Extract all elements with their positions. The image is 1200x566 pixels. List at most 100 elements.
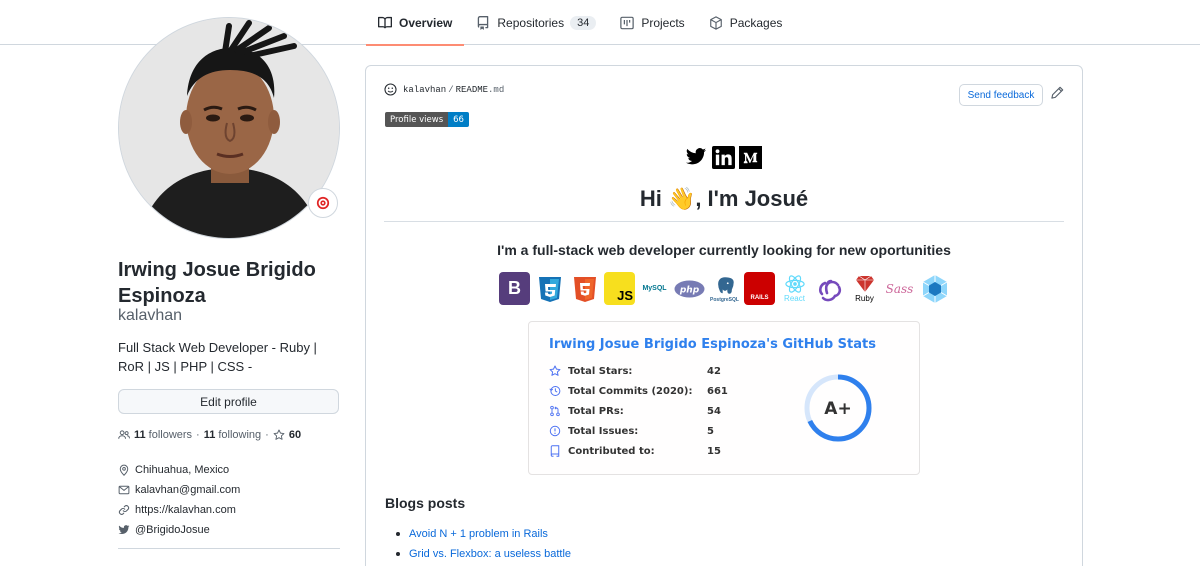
avatar[interactable] — [118, 17, 340, 239]
sidebar-divider — [118, 548, 340, 549]
profile-tabs: Overview Repositories 34 Projects Packag… — [366, 0, 795, 46]
star-icon — [549, 365, 561, 376]
stats-row-commits: Total Commits (2020): 661 — [549, 385, 728, 397]
bootstrap-icon: B — [499, 272, 530, 305]
css3-icon — [534, 272, 565, 305]
ruby-label: Ruby — [855, 294, 874, 303]
followers-label: followers — [148, 429, 193, 441]
readme-file-ext: .md — [488, 84, 505, 95]
tab-projects-label: Projects — [641, 15, 685, 30]
smiley-icon — [384, 83, 397, 96]
link-icon — [118, 505, 130, 515]
project-icon — [620, 16, 635, 29]
badge-label: Profile views — [385, 112, 449, 127]
repo-count-badge: 34 — [570, 15, 597, 30]
package-icon — [709, 15, 722, 30]
stats-row-prs: Total PRs: 54 — [549, 405, 721, 417]
send-feedback-button[interactable]: Send feedback — [959, 84, 1043, 106]
tab-repositories[interactable]: Repositories 34 — [464, 0, 608, 45]
stats-label: Total Stars: — [568, 365, 633, 377]
profile-details: Chihuahua, Mexico kalavhan@gmail.com htt… — [118, 460, 240, 540]
ruby-icon: Ruby — [849, 272, 880, 305]
mail-icon — [118, 485, 130, 495]
stats-label: Total Issues: — [568, 425, 639, 437]
repo-icon — [478, 15, 489, 30]
profile-views-badge: Profile views 66 — [385, 112, 469, 127]
php-icon: php — [674, 272, 705, 305]
sass-icon: Sass — [885, 281, 914, 296]
following-label: following — [218, 429, 262, 441]
twitter-handle[interactable]: @BrigidoJosue — [135, 524, 210, 536]
star-icon — [273, 429, 285, 440]
stats-row-stars: Total Stars: 42 — [549, 365, 721, 377]
stats-value: 42 — [707, 365, 721, 377]
target-icon — [316, 196, 330, 210]
stats-row-contributed: Contributed to: 15 — [549, 445, 721, 457]
medium-icon[interactable] — [738, 145, 762, 169]
blog-post-link[interactable]: Avoid N + 1 problem in Rails — [409, 528, 548, 540]
javascript-icon: JS — [604, 272, 635, 305]
profile-full-name: Irwing Josue Brigido Espinoza — [118, 259, 316, 307]
following-link[interactable]: 11 following — [204, 429, 261, 441]
tech-stack-icons: B JS MySQL php PostgreSQL RAILS React Ru… — [499, 272, 950, 305]
website-item[interactable]: https://kalavhan.com — [118, 500, 240, 520]
profile-bio: Full Stack Web Developer - Ruby | RoR | … — [118, 340, 317, 374]
book-icon — [378, 16, 392, 28]
tab-packages-label: Packages — [729, 15, 783, 30]
followers-count: 11 — [134, 429, 146, 441]
greeting-divider — [384, 221, 1064, 222]
grade-text: A+ — [824, 399, 851, 419]
blog-list: Avoid N + 1 problem in Rails Grid vs. Fl… — [396, 524, 571, 564]
mysql-icon: MySQL — [642, 285, 667, 292]
email-link[interactable]: kalavhan@gmail.com — [135, 484, 240, 496]
redux-icon — [814, 272, 845, 305]
path-separator: / — [448, 84, 454, 95]
follow-stats: 11 followers · 11 following · 60 — [118, 429, 304, 441]
readme-file-name[interactable]: README — [456, 85, 488, 95]
location-item: Chihuahua, Mexico — [118, 460, 240, 480]
tab-overview[interactable]: Overview — [366, 0, 465, 46]
twitter-icon[interactable] — [684, 145, 708, 169]
react-label: React — [784, 294, 805, 303]
html5-icon — [569, 272, 600, 305]
stats-value: 54 — [707, 405, 721, 417]
list-item: Grid vs. Flexbox: a useless battle — [396, 544, 571, 564]
readme-greeting: Hi 👋, I'm Josué — [639, 186, 809, 211]
email-item[interactable]: kalavhan@gmail.com — [118, 480, 240, 500]
website-link[interactable]: https://kalavhan.com — [135, 504, 236, 516]
tab-projects[interactable]: Projects — [608, 0, 696, 45]
tab-repositories-label: Repositories — [497, 15, 565, 30]
rails-icon: RAILS — [744, 272, 775, 305]
readme-owner-link[interactable]: kalavhan — [403, 85, 446, 95]
people-icon — [118, 430, 130, 439]
tab-packages[interactable]: Packages — [697, 0, 795, 45]
social-links — [684, 145, 762, 169]
stats-value: 661 — [707, 385, 728, 397]
list-item: Avoid N + 1 problem in Rails — [396, 524, 571, 544]
blog-post-link[interactable]: Grid vs. Flexbox: a useless battle — [409, 548, 571, 560]
grade-ring: A+ — [804, 374, 872, 442]
edit-profile-button[interactable]: Edit profile — [118, 389, 339, 414]
pull-request-icon — [550, 405, 560, 417]
postgresql-icon: PostgreSQL — [709, 272, 740, 305]
location-text: Chihuahua, Mexico — [135, 464, 230, 476]
readme-header: kalavhan / README .md — [384, 83, 504, 96]
webpack-icon — [919, 272, 950, 305]
tab-overview-label: Overview — [399, 15, 453, 30]
twitter-icon — [118, 525, 130, 535]
profile-username: kalavhan — [118, 307, 183, 324]
following-count: 11 — [203, 429, 216, 441]
stars-count: 60 — [288, 429, 302, 441]
avatar-image — [119, 18, 339, 238]
stars-link[interactable]: 60 — [273, 429, 304, 441]
blog-heading: Blogs posts — [385, 495, 466, 511]
github-stats-card: Irwing Josue Brigido Espinoza's GitHub S… — [528, 321, 920, 475]
twitter-item[interactable]: @BrigidoJosue — [118, 520, 240, 540]
profile-readme: kalavhan / README .md Send feedback Profi… — [365, 65, 1083, 566]
status-emoji-button[interactable] — [308, 188, 338, 218]
followers-link[interactable]: 11 followers — [134, 429, 192, 441]
issue-icon — [549, 425, 561, 437]
react-icon: React — [779, 272, 810, 305]
pencil-icon[interactable] — [1050, 86, 1064, 100]
linkedin-icon[interactable] — [711, 145, 735, 169]
